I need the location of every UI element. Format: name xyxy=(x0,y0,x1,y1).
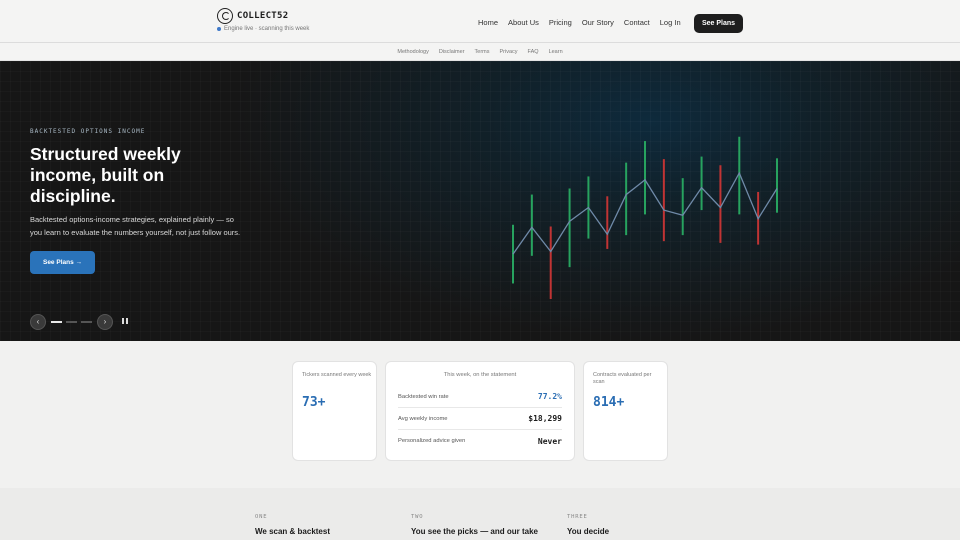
subnav-learn[interactable]: Learn xyxy=(549,49,563,55)
subnav-privacy[interactable]: Privacy xyxy=(500,49,518,55)
step-title: You see the picks — and our take xyxy=(411,527,538,536)
pause-icon[interactable] xyxy=(122,318,129,326)
subnav-disclaimer[interactable]: Disclaimer xyxy=(439,49,465,55)
contracts-card: Contracts evaluated per scan 814+ xyxy=(583,361,668,461)
nav-contact[interactable]: Contact xyxy=(624,18,650,27)
stat-row: Avg weekly income $18,299 xyxy=(398,408,562,430)
engine-status: Engine live · scanning this week xyxy=(217,26,309,32)
carousel-dot-1[interactable] xyxy=(51,321,62,323)
subnav-faq[interactable]: FAQ xyxy=(528,49,539,55)
carousel-controls: ‹ › xyxy=(30,314,140,330)
win-rate-label: Backtested win rate xyxy=(398,393,449,400)
step-number: THREE xyxy=(567,514,588,520)
see-plans-hero-button[interactable]: See Plans → xyxy=(30,251,95,274)
step-three: THREE You decide xyxy=(567,514,609,536)
status-dot-icon xyxy=(217,27,221,31)
stat-row: Backtested win rate 77.2% xyxy=(398,386,562,408)
hero-eyebrow: BACKTESTED OPTIONS INCOME xyxy=(30,128,146,135)
see-plans-header-button[interactable]: See Plans xyxy=(694,14,743,33)
contracts-label: Contracts evaluated per scan xyxy=(593,372,652,385)
subnav-terms[interactable]: Terms xyxy=(475,49,490,55)
logo-icon xyxy=(217,8,233,24)
nav-home[interactable]: Home xyxy=(478,18,498,27)
hero-subtitle: Backtested options-income strategies, ex… xyxy=(30,215,241,237)
brand[interactable]: COLLECT52 xyxy=(217,8,288,24)
nav-login[interactable]: Log In xyxy=(660,18,681,27)
step-title: We scan & backtest xyxy=(255,527,330,536)
weekly-income-label: Avg weekly income xyxy=(398,415,448,422)
tickers-value: 73+ xyxy=(302,395,326,410)
step-number: TWO xyxy=(411,514,424,520)
carousel-next-button[interactable]: › xyxy=(97,314,113,330)
advice-value: Never xyxy=(537,436,562,446)
nav-about[interactable]: About Us xyxy=(508,18,539,27)
stat-row: Personalized advice given Never xyxy=(398,430,562,452)
tickers-card: Tickers scanned every week 73+ xyxy=(292,361,377,461)
tickers-label: Tickers scanned every week xyxy=(302,372,372,378)
hero-title: Structured weekly income, built on disci… xyxy=(30,144,181,206)
sub-nav: Methodology Disclaimer Terms Privacy FAQ… xyxy=(0,43,960,61)
nav-pricing[interactable]: Pricing xyxy=(549,18,572,27)
brand-name: COLLECT52 xyxy=(237,11,289,21)
carousel-dot-3[interactable] xyxy=(81,321,92,323)
step-one: ONE We scan & backtest xyxy=(255,514,330,536)
advice-label: Personalized advice given xyxy=(398,438,466,444)
subnav-methodology[interactable]: Methodology xyxy=(397,49,429,55)
statement-title: This week, on the statement xyxy=(443,372,517,378)
step-two: TWO You see the picks — and our take xyxy=(411,514,538,536)
carousel-dot-2[interactable] xyxy=(66,321,77,323)
step-title: You decide xyxy=(567,527,610,536)
site-header: COLLECT52 Engine live · scanning this we… xyxy=(0,0,960,43)
carousel-prev-button[interactable]: ‹ xyxy=(30,314,46,330)
hero-section: BACKTESTED OPTIONS INCOME Structured wee… xyxy=(0,61,960,341)
main-nav: Home About Us Pricing Our Story Contact … xyxy=(478,18,691,27)
status-text: Engine live · scanning this week xyxy=(224,26,310,32)
weekly-income-value: $18,299 xyxy=(528,414,562,423)
nav-our-story[interactable]: Our Story xyxy=(582,18,614,27)
contracts-value: 814+ xyxy=(593,395,625,410)
statement-card: This week, on the statement Backtested w… xyxy=(385,361,575,461)
win-rate-value: 77.2% xyxy=(537,392,562,401)
candlestick-chart xyxy=(512,136,778,299)
step-number: ONE xyxy=(255,514,268,520)
